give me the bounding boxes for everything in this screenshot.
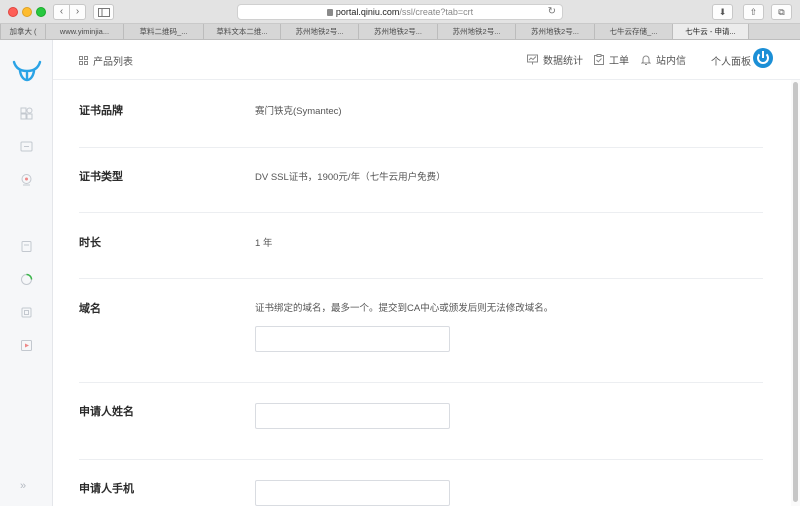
applicant-name-row: 申请人姓名 (79, 383, 763, 460)
ticket-label: 工单 (609, 56, 629, 67)
browser-tab[interactable]: 苏州地铁2号... (437, 24, 515, 39)
browser-tab[interactable]: 加拿大 ( (0, 24, 45, 39)
sidebar-icon (98, 8, 110, 17)
browser-tab[interactable]: 草料二维码_... (123, 24, 203, 39)
stats-label: 数据统计 (543, 56, 583, 67)
cert-brand-label: 证书品牌 (79, 105, 123, 117)
applicant-phone-label: 申请人手机 (79, 483, 134, 495)
messages-button[interactable]: 站内信 (641, 52, 686, 67)
share-button[interactable]: ⇧ (743, 4, 764, 20)
cert-type-value: DV SSL证书，1900元/年（七牛云用户免费） (255, 172, 446, 183)
show-all-tabs-button[interactable]: ⧉ (771, 4, 792, 20)
domain-label: 域名 (79, 303, 101, 315)
applicant-name-input[interactable] (255, 403, 450, 429)
product-list-label: 产品列表 (93, 57, 133, 68)
bell-icon (641, 55, 651, 65)
monitor-nav-icon[interactable] (20, 273, 33, 286)
lock-icon (326, 9, 333, 16)
browser-tab[interactable]: 七牛云存储_... (594, 24, 672, 39)
compute-nav-icon[interactable] (20, 140, 33, 153)
cert-type-row: 证书类型 DV SSL证书，1900元/年（七牛云用户免费） (79, 148, 763, 213)
show-sidebar-button[interactable] (93, 4, 114, 20)
page-scrollbar[interactable] (791, 80, 800, 506)
share-icon: ⇧ (749, 7, 758, 17)
qiniu-logo-icon[interactable] (12, 60, 42, 82)
personal-panel-button[interactable]: 个人面板 (711, 53, 751, 68)
domain-row: 域名 证书绑定的域名，最多一个。提交到CA中心或颁发后则无法修改域名。 (79, 279, 763, 383)
applicant-phone-input[interactable] (255, 480, 450, 506)
downloads-button[interactable]: ⬇ (712, 4, 733, 20)
ticket-button[interactable]: 工单 (594, 52, 629, 67)
stats-button[interactable]: 数据统计 (527, 52, 583, 67)
browser-tab[interactable]: 草料文本二维... (203, 24, 280, 39)
browser-tab[interactable]: 七牛云 - 申请... (672, 24, 748, 39)
browser-tab[interactable]: www.yiminjia... (45, 24, 123, 39)
browser-titlebar: ‹ › portal.qiniu.com/ssl/create?tab=crt … (0, 0, 800, 24)
applicant-phone-row: 申请人手机 (79, 460, 763, 520)
browser-tab[interactable]: 苏州地铁2号... (515, 24, 594, 39)
personal-panel-label: 个人面板 (711, 57, 751, 68)
tabs-overview-icon: ⧉ (778, 7, 785, 17)
download-icon: ⬇ (718, 7, 727, 17)
cdn-nav-icon[interactable] (20, 173, 33, 186)
cert-type-label: 证书类型 (79, 171, 123, 183)
chevron-left-icon: ‹ (59, 6, 64, 17)
app-header: 产品列表 数据统计 工单 站内信 个人面板 (53, 40, 800, 80)
url-path: /ssl/create?tab=crt (399, 7, 474, 17)
collapse-sidebar-icon[interactable]: » (20, 480, 26, 492)
reload-icon[interactable]: ↻ (548, 5, 556, 19)
applicant-name-label: 申请人姓名 (79, 406, 134, 418)
duration-label: 时长 (79, 237, 101, 249)
domain-hint: 证书绑定的域名，最多一个。提交到CA中心或颁发后则无法修改域名。 (255, 303, 554, 314)
domain-input[interactable] (255, 326, 450, 352)
cert-brand-value: 赛门铁克(Symantec) (255, 106, 342, 117)
document-nav-icon[interactable] (20, 240, 33, 253)
url-domain: portal.qiniu.com (335, 7, 400, 17)
browser-tab[interactable]: 苏州地铁2号... (358, 24, 437, 39)
forward-button[interactable]: › (69, 4, 86, 20)
app-left-nav: » (0, 40, 53, 506)
chevron-right-icon: › (75, 6, 80, 17)
clipboard-icon (594, 54, 604, 65)
scrollbar-thumb[interactable] (793, 82, 798, 502)
close-window-button[interactable] (8, 7, 18, 17)
duration-value: 1 年 (255, 238, 273, 249)
stats-icon (527, 54, 538, 65)
zoom-window-button[interactable] (36, 7, 46, 17)
minimize-window-button[interactable] (22, 7, 32, 17)
browser-tab-bar: 加拿大 ( www.yiminjia... 草料二维码_... 草料文本二维... 苏… (0, 24, 800, 40)
messages-label: 站内信 (656, 56, 686, 67)
cert-brand-row: 证书品牌 赛门铁克(Symantec) (79, 80, 763, 148)
avatar[interactable] (753, 48, 773, 68)
address-bar[interactable]: portal.qiniu.com/ssl/create?tab=crt ↻ (237, 4, 563, 20)
product-list-button[interactable]: 产品列表 (79, 53, 133, 68)
grid-icon (79, 56, 88, 65)
duration-row: 时长 1 年 (79, 213, 763, 279)
browser-tab[interactable]: 苏州地铁2号... (280, 24, 358, 39)
storage-nav-icon[interactable] (20, 107, 33, 120)
chip-nav-icon[interactable] (20, 306, 33, 319)
back-button[interactable]: ‹ (53, 4, 70, 20)
browser-tab[interactable] (748, 24, 780, 39)
media-nav-icon[interactable] (20, 339, 33, 352)
